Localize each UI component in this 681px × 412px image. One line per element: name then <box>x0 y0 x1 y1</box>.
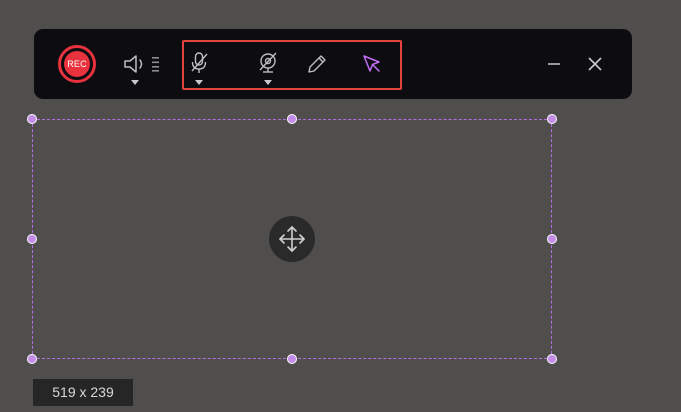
resize-handle-bottom[interactable] <box>287 354 297 364</box>
resize-handle-right[interactable] <box>547 234 557 244</box>
close-button[interactable] <box>587 56 603 72</box>
webcam-button[interactable] <box>257 51 279 85</box>
system-audio-button[interactable] <box>122 53 148 85</box>
close-icon <box>588 57 602 71</box>
move-region-button[interactable] <box>269 216 315 262</box>
speaker-icon <box>124 55 143 73</box>
resize-handle-left[interactable] <box>27 234 37 244</box>
volume-level-indicator <box>152 56 160 72</box>
resize-handle-bottom-left[interactable] <box>27 354 37 364</box>
resize-handle-top-left[interactable] <box>27 114 37 124</box>
record-button-label: REC <box>64 51 90 77</box>
volume-level-icon <box>152 57 159 72</box>
region-size-label: 519 x 239 <box>33 379 133 406</box>
move-arrows-icon <box>279 226 305 252</box>
minimize-button[interactable] <box>546 56 562 72</box>
resize-handle-bottom-right[interactable] <box>547 354 557 364</box>
webcam-off-icon <box>259 52 277 73</box>
microphone-button[interactable] <box>188 51 210 85</box>
cursor-icon <box>363 55 380 72</box>
annotation-pen-button[interactable] <box>306 53 328 75</box>
microphone-dropdown-caret[interactable] <box>195 80 203 85</box>
recording-toolbar: REC <box>34 29 632 99</box>
record-button[interactable]: REC <box>58 45 96 83</box>
microphone-muted-icon <box>191 52 208 73</box>
resize-handle-top-right[interactable] <box>547 114 557 124</box>
cursor-effects-button[interactable] <box>361 53 383 75</box>
minimize-icon <box>548 63 560 65</box>
resize-handle-top[interactable] <box>287 114 297 124</box>
webcam-dropdown-caret[interactable] <box>264 80 272 85</box>
pen-icon <box>308 55 326 73</box>
system-audio-dropdown-caret[interactable] <box>131 80 139 85</box>
